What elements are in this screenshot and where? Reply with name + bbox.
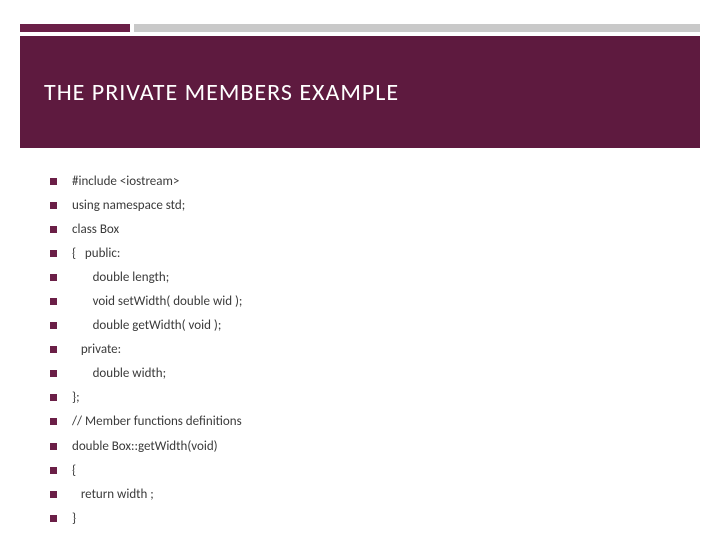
list-item: { public: — [40, 242, 680, 266]
accent-bar-segment — [20, 24, 130, 32]
content-area: #include <iostream> using namespace std;… — [40, 170, 680, 520]
list-item: } — [40, 507, 680, 531]
list-item: void setWidth( double wid ); — [40, 290, 680, 314]
code-bullet-list: #include <iostream> using namespace std;… — [40, 170, 680, 531]
title-block: THE PRIVATE MEMBERS EXAMPLE — [20, 36, 700, 148]
decorative-top-bar — [20, 24, 700, 32]
list-item: using namespace std; — [40, 194, 680, 218]
list-item: double getWidth( void ); — [40, 314, 680, 338]
list-item: private: — [40, 338, 680, 362]
list-item: return width ; — [40, 483, 680, 507]
list-item: // Member functions definitions — [40, 410, 680, 434]
list-item: class Box — [40, 218, 680, 242]
list-item: double length; — [40, 266, 680, 290]
slide-title: THE PRIVATE MEMBERS EXAMPLE — [44, 78, 399, 107]
list-item: { — [40, 459, 680, 483]
slide: THE PRIVATE MEMBERS EXAMPLE #include <io… — [0, 0, 720, 540]
list-item: double width; — [40, 362, 680, 386]
list-item: double Box::getWidth(void) — [40, 435, 680, 459]
list-item: #include <iostream> — [40, 170, 680, 194]
list-item: }; — [40, 386, 680, 410]
gray-bar-segment — [134, 24, 700, 32]
